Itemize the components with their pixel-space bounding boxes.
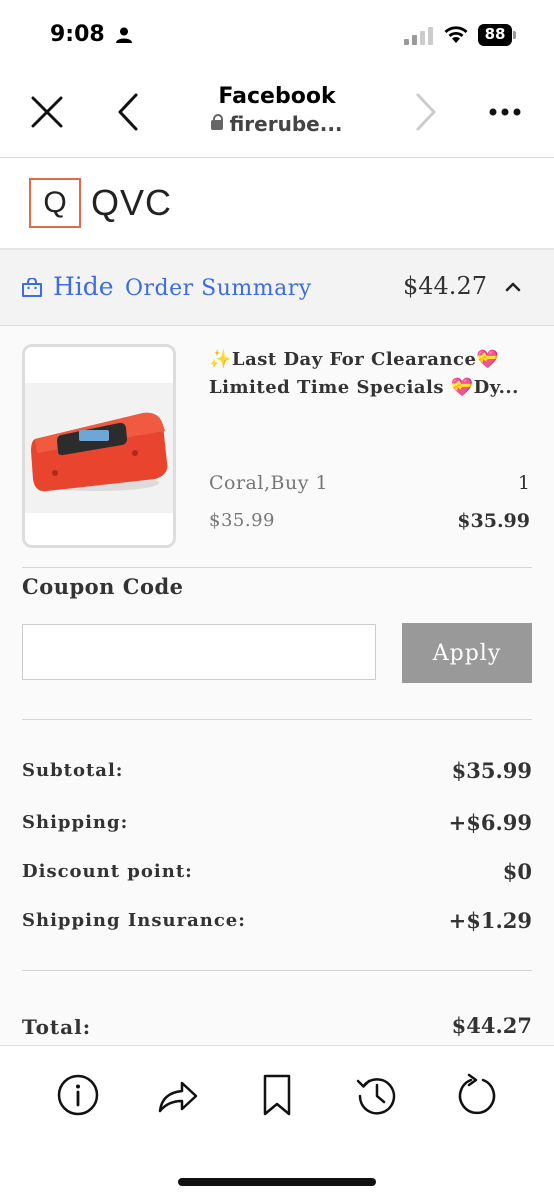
browser-toolbar — [0, 1045, 554, 1200]
lock-icon — [211, 114, 224, 130]
home-indicator[interactable] — [178, 1178, 376, 1186]
item-quantity: 1 — [517, 472, 530, 494]
shipping-label: Shipping: — [22, 812, 129, 833]
page-title: Facebook — [218, 84, 336, 109]
subtotal-row: Subtotal: $35.99 — [22, 758, 532, 790]
status-bar: 9:08 88 — [0, 0, 554, 72]
close-icon — [31, 96, 63, 128]
divider — [22, 970, 532, 971]
total-label: Total: — [22, 1015, 92, 1039]
item-unit-price: $35.99 — [209, 510, 275, 531]
chevron-left-icon — [118, 93, 138, 131]
wifi-icon — [444, 26, 468, 43]
shipping-value: +$6.99 — [448, 810, 532, 835]
url-text: firerube... — [229, 112, 343, 136]
share-icon — [158, 1081, 198, 1113]
back-button[interactable] — [103, 72, 153, 152]
discount-label: Discount point: — [22, 861, 193, 882]
insurance-value: +$1.29 — [448, 908, 532, 933]
item-line-price: $35.99 — [457, 510, 530, 532]
more-dots-icon — [489, 108, 521, 116]
battery-indicator: 88 — [478, 24, 516, 46]
coupon-code-input[interactable] — [22, 624, 376, 680]
insurance-label: Shipping Insurance: — [22, 910, 246, 931]
coupon-label: Coupon Code — [22, 574, 184, 599]
divider — [22, 719, 532, 720]
order-summary-toggle[interactable]: Hide Order Summary $44.27 — [0, 250, 554, 326]
chevron-up-icon — [505, 282, 521, 292]
history-icon — [356, 1078, 396, 1115]
total-row: Total: $44.27 — [22, 1013, 532, 1045]
share-button[interactable] — [153, 1070, 203, 1120]
summary-total: $44.27 — [403, 272, 487, 300]
item-variant: Coral,Buy 1 — [209, 472, 329, 494]
qvc-logo-box[interactable]: Q — [29, 178, 81, 228]
item-title[interactable]: ✨Last Day For Clearance💝Limited Time Spe… — [209, 346, 534, 402]
discount-row: Discount point: $0 — [22, 859, 532, 891]
bookmark-icon — [263, 1074, 291, 1116]
order-summary-panel: ✨Last Day For Clearance💝Limited Time Spe… — [0, 326, 554, 1046]
product-thumbnail — [22, 344, 176, 548]
reload-icon — [458, 1073, 496, 1115]
bookmark-button[interactable] — [252, 1070, 302, 1120]
subtotal-label: Subtotal: — [22, 760, 124, 781]
person-icon — [116, 27, 132, 43]
reload-button[interactable] — [452, 1070, 502, 1120]
cellular-signal-icon — [404, 27, 433, 45]
apply-coupon-button[interactable]: Apply — [402, 623, 532, 683]
info-icon — [57, 1074, 99, 1116]
forward-button[interactable] — [401, 72, 451, 152]
url-label[interactable]: firerube... — [177, 112, 377, 136]
divider — [22, 567, 532, 568]
subtotal-value: $35.99 — [451, 758, 532, 783]
insurance-row: Shipping Insurance: +$1.29 — [22, 908, 532, 940]
browser-navbar: Facebook firerube... — [0, 72, 554, 158]
shopping-bag-icon — [22, 278, 42, 297]
total-value: $44.27 — [451, 1013, 532, 1038]
battery-percent: 88 — [484, 25, 506, 43]
close-button[interactable] — [22, 72, 72, 152]
order-summary-label: Order Summary — [125, 276, 312, 301]
site-header: Q QVC — [0, 158, 554, 250]
chevron-right-icon — [416, 93, 436, 131]
discount-value: $0 — [502, 859, 532, 884]
info-button[interactable] — [53, 1070, 103, 1120]
product-image — [25, 383, 173, 513]
more-options-button[interactable] — [480, 72, 530, 152]
status-time: 9:08 — [50, 22, 105, 47]
shipping-row: Shipping: +$6.99 — [22, 810, 532, 842]
hide-label: Hide — [53, 272, 114, 301]
qvc-logo-text[interactable]: QVC — [91, 182, 172, 224]
history-button[interactable] — [352, 1070, 402, 1120]
